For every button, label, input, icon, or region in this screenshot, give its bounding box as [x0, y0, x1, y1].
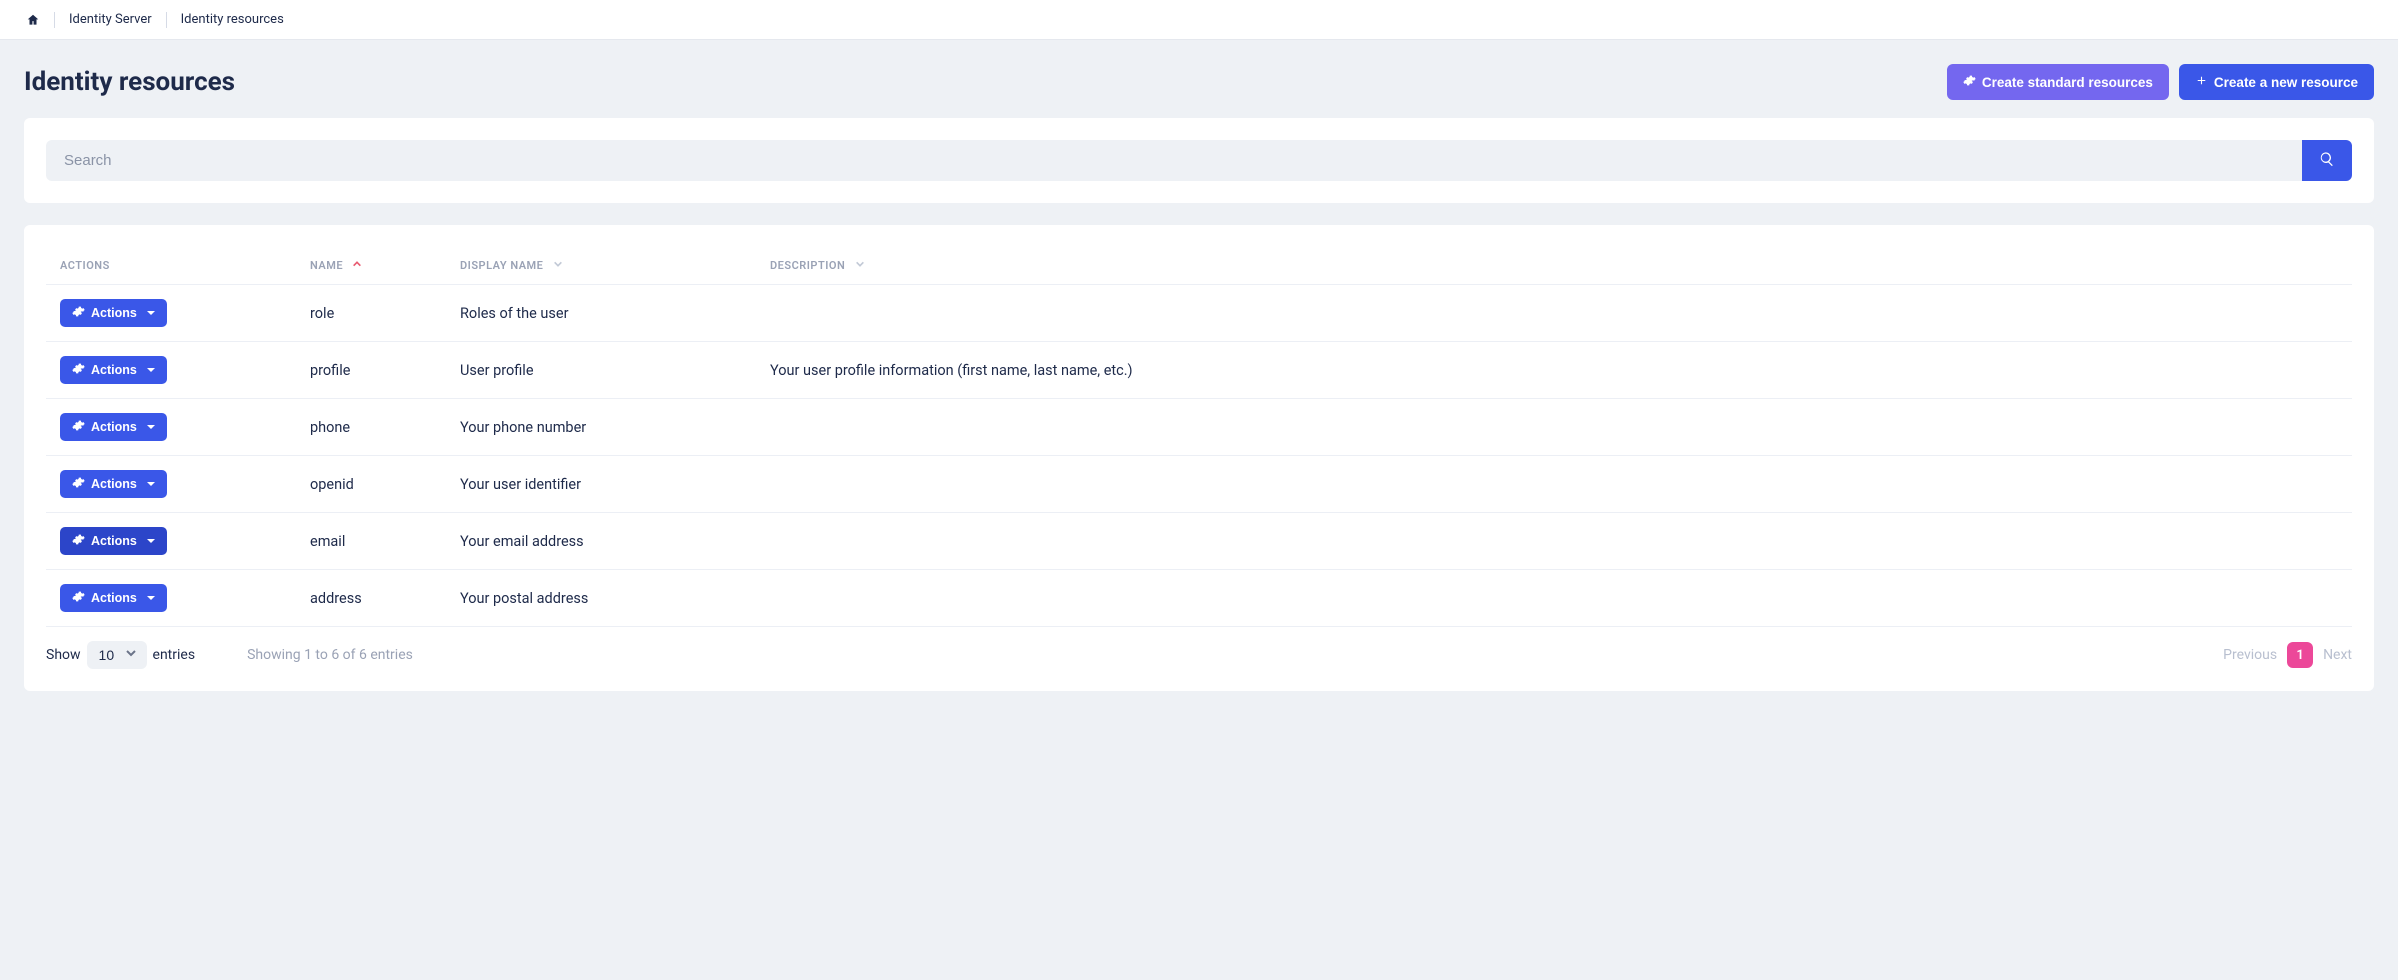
page-size-control: Show 10 entries Showing 1 to 6 of 6 entr…	[46, 641, 413, 669]
column-header-actions: ACTIONS	[46, 247, 296, 285]
table-row: Actions emailYour email address	[46, 513, 2352, 570]
row-actions-button[interactable]: Actions	[60, 299, 167, 327]
header-buttons: Create standard resources Create a new r…	[1947, 64, 2374, 100]
gear-icon	[72, 362, 85, 378]
cell-description	[756, 399, 2352, 456]
cell-display-name: Your user identifier	[446, 456, 756, 513]
pagination-next[interactable]: Next	[2323, 647, 2352, 663]
plus-icon	[2195, 74, 2208, 90]
caret-down-icon	[147, 311, 155, 315]
cell-name: email	[296, 513, 446, 570]
column-header-display-name[interactable]: DISPLAY NAME	[446, 247, 756, 285]
sort-asc-icon	[352, 259, 362, 272]
home-icon[interactable]	[12, 9, 54, 31]
gear-icon	[1963, 74, 1976, 90]
cell-display-name: User profile	[446, 342, 756, 399]
cell-name: openid	[296, 456, 446, 513]
row-actions-label: Actions	[91, 591, 137, 605]
gear-icon	[72, 419, 85, 435]
caret-down-icon	[147, 596, 155, 600]
caret-down-icon	[147, 482, 155, 486]
caret-down-icon	[147, 368, 155, 372]
row-actions-label: Actions	[91, 420, 137, 434]
cell-display-name: Your email address	[446, 513, 756, 570]
pagination-previous[interactable]: Previous	[2223, 647, 2277, 663]
cell-display-name: Roles of the user	[446, 285, 756, 342]
caret-down-icon	[147, 539, 155, 543]
entries-info: Showing 1 to 6 of 6 entries	[247, 647, 413, 663]
page-title: Identity resources	[24, 67, 235, 97]
gear-icon	[72, 476, 85, 492]
gear-icon	[72, 533, 85, 549]
sort-neutral-icon	[855, 259, 865, 272]
column-header-name[interactable]: NAME	[296, 247, 446, 285]
pagination: Previous 1 Next	[2223, 642, 2352, 668]
search-input[interactable]	[46, 140, 2302, 181]
cell-display-name: Your postal address	[446, 570, 756, 627]
column-header-name-label: NAME	[310, 259, 343, 272]
page-size-select[interactable]: 10	[87, 641, 147, 669]
breadcrumb: Identity Server Identity resources	[0, 0, 2398, 40]
row-actions-label: Actions	[91, 534, 137, 548]
table-footer: Show 10 entries Showing 1 to 6 of 6 entr…	[46, 627, 2352, 669]
caret-down-icon	[147, 425, 155, 429]
create-standard-resources-label: Create standard resources	[1982, 75, 2153, 90]
cell-name: phone	[296, 399, 446, 456]
table-card: ACTIONS NAME DISPLAY NAME	[24, 225, 2374, 691]
table-row: Actions roleRoles of the user	[46, 285, 2352, 342]
pagination-page-1[interactable]: 1	[2287, 642, 2313, 668]
identity-resources-table: ACTIONS NAME DISPLAY NAME	[46, 247, 2352, 627]
column-header-display-name-label: DISPLAY NAME	[460, 259, 543, 272]
gear-icon	[72, 590, 85, 606]
breadcrumb-identity-server[interactable]: Identity Server	[55, 8, 166, 31]
table-row: Actions addressYour postal address	[46, 570, 2352, 627]
column-header-actions-label: ACTIONS	[60, 259, 110, 272]
row-actions-label: Actions	[91, 306, 137, 320]
column-header-description[interactable]: DESCRIPTION	[756, 247, 2352, 285]
breadcrumb-identity-resources[interactable]: Identity resources	[167, 8, 298, 31]
cell-name: role	[296, 285, 446, 342]
entries-label: entries	[153, 647, 196, 663]
row-actions-button[interactable]: Actions	[60, 584, 167, 612]
row-actions-button[interactable]: Actions	[60, 527, 167, 555]
cell-description	[756, 285, 2352, 342]
cell-description	[756, 570, 2352, 627]
cell-name: address	[296, 570, 446, 627]
search-button[interactable]	[2302, 140, 2352, 181]
show-label: Show	[46, 647, 81, 663]
cell-description	[756, 513, 2352, 570]
gear-icon	[72, 305, 85, 321]
table-row: Actions phoneYour phone number	[46, 399, 2352, 456]
column-header-description-label: DESCRIPTION	[770, 259, 845, 272]
create-new-resource-label: Create a new resource	[2214, 75, 2358, 90]
cell-display-name: Your phone number	[446, 399, 756, 456]
search-icon	[2319, 151, 2335, 170]
search-card	[24, 118, 2374, 203]
row-actions-label: Actions	[91, 363, 137, 377]
create-new-resource-button[interactable]: Create a new resource	[2179, 64, 2374, 100]
cell-name: profile	[296, 342, 446, 399]
table-row: Actions profileUser profileYour user prof…	[46, 342, 2352, 399]
row-actions-button[interactable]: Actions	[60, 413, 167, 441]
cell-description	[756, 456, 2352, 513]
row-actions-label: Actions	[91, 477, 137, 491]
page-header: Identity resources Create standard resou…	[24, 64, 2374, 100]
sort-neutral-icon	[553, 259, 563, 272]
row-actions-button[interactable]: Actions	[60, 470, 167, 498]
create-standard-resources-button[interactable]: Create standard resources	[1947, 64, 2169, 100]
row-actions-button[interactable]: Actions	[60, 356, 167, 384]
table-row: Actions openidYour user identifier	[46, 456, 2352, 513]
cell-description: Your user profile information (first nam…	[756, 342, 2352, 399]
